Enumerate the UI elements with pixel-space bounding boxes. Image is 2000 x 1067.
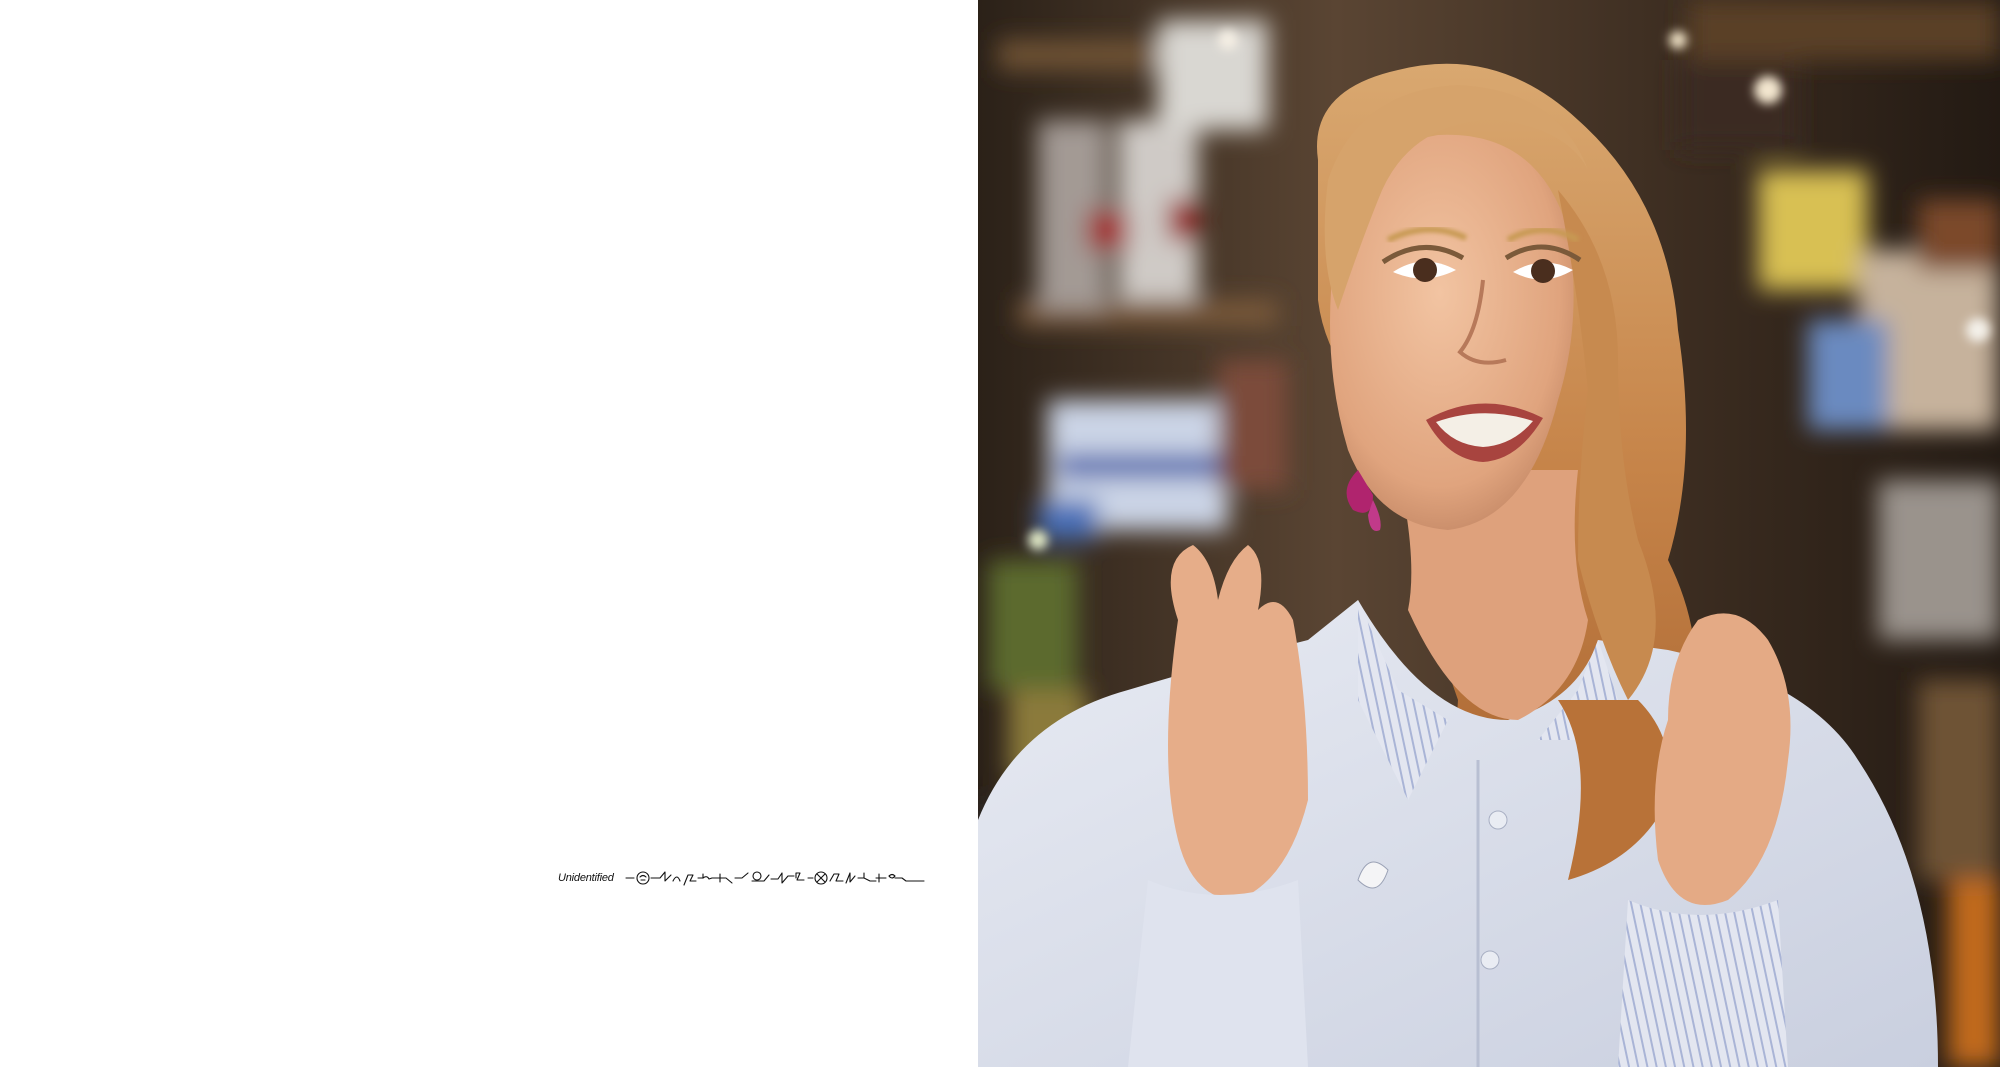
left-page: Unidentified	[0, 0, 978, 1067]
caption-label: Unidentified	[558, 872, 614, 884]
magazine-spread: Unidentified	[0, 0, 2000, 1067]
woman-grinning-in-shop-photo	[978, 0, 2000, 1067]
handwritten-glyph-icon	[625, 871, 925, 886]
photo-panel	[978, 0, 2000, 1067]
caption: Unidentified	[558, 864, 934, 892]
